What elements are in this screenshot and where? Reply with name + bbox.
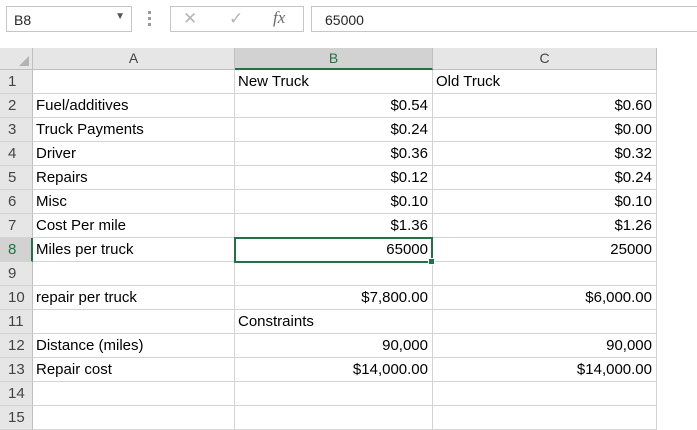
insert-function-icon[interactable]: fx [273, 8, 285, 28]
cell-c10[interactable]: $6,000.00 [433, 286, 657, 310]
select-all-button[interactable] [0, 48, 33, 70]
drag-handle-icon[interactable] [146, 9, 152, 31]
cell-c6[interactable]: $0.10 [433, 190, 657, 214]
enter-icon[interactable]: ✓ [229, 9, 243, 29]
cell-a3[interactable]: Truck Payments [33, 118, 235, 142]
column-header-b[interactable]: B [235, 48, 433, 70]
cell-a12[interactable]: Distance (miles) [33, 334, 235, 358]
cell-c2[interactable]: $0.60 [433, 94, 657, 118]
formula-buttons: ✕ ✓ fx [170, 6, 304, 32]
cell-b6[interactable]: $0.10 [235, 190, 433, 214]
cell-a1[interactable] [33, 70, 235, 94]
row-header-2[interactable]: 2 [0, 94, 33, 118]
name-box-value: B8 [14, 12, 32, 28]
cell-a8[interactable]: Miles per truck [33, 238, 235, 262]
select-all-icon [19, 56, 29, 66]
chevron-down-icon[interactable]: ▼ [115, 11, 125, 22]
column-header-c[interactable]: C [433, 48, 657, 70]
cell-c8[interactable]: 25000 [433, 238, 657, 262]
cell-b1[interactable]: New Truck [235, 70, 433, 94]
row-header-3[interactable]: 3 [0, 118, 33, 142]
row-header-14[interactable]: 14 [0, 382, 33, 406]
cell-c13[interactable]: $14,000.00 [433, 358, 657, 382]
row-header-13[interactable]: 13 [0, 358, 33, 382]
row-header-15[interactable]: 15 [0, 406, 33, 430]
cell-c3[interactable]: $0.00 [433, 118, 657, 142]
row-header-12[interactable]: 12 [0, 334, 33, 358]
cell-b13[interactable]: $14,000.00 [235, 358, 433, 382]
cell-a6[interactable]: Misc [33, 190, 235, 214]
cell-b15[interactable] [235, 406, 433, 430]
cell-c1[interactable]: Old Truck [433, 70, 657, 94]
cell-a15[interactable] [33, 406, 235, 430]
cell-b7[interactable]: $1.36 [235, 214, 433, 238]
row-header-8[interactable]: 8 [0, 238, 33, 262]
row-header-9[interactable]: 9 [0, 262, 33, 286]
cell-a14[interactable] [33, 382, 235, 406]
cell-c11[interactable] [433, 310, 657, 334]
row-header-4[interactable]: 4 [0, 142, 33, 166]
cell-b8[interactable]: 65000 [235, 238, 433, 262]
cell-c5[interactable]: $0.24 [433, 166, 657, 190]
row-header-10[interactable]: 10 [0, 286, 33, 310]
cell-a2[interactable]: Fuel/additives [33, 94, 235, 118]
cell-a4[interactable]: Driver [33, 142, 235, 166]
cell-a9[interactable] [33, 262, 235, 286]
cell-b5[interactable]: $0.12 [235, 166, 433, 190]
cell-b12[interactable]: 90,000 [235, 334, 433, 358]
cell-c15[interactable] [433, 406, 657, 430]
cancel-icon[interactable]: ✕ [183, 9, 197, 29]
row-header-7[interactable]: 7 [0, 214, 33, 238]
formula-bar-area: B8 ▼ ✕ ✓ fx 65000 [0, 0, 697, 42]
cell-c12[interactable]: 90,000 [433, 334, 657, 358]
cell-a13[interactable]: Repair cost [33, 358, 235, 382]
cell-b14[interactable] [235, 382, 433, 406]
formula-value: 65000 [325, 12, 364, 28]
column-header-a[interactable]: A [33, 48, 235, 70]
row-header-6[interactable]: 6 [0, 190, 33, 214]
cell-b4[interactable]: $0.36 [235, 142, 433, 166]
cell-a7[interactable]: Cost Per mile [33, 214, 235, 238]
cell-a10[interactable]: repair per truck [33, 286, 235, 310]
row-header-1[interactable]: 1 [0, 70, 33, 94]
cell-b9[interactable] [235, 262, 433, 286]
cell-b3[interactable]: $0.24 [235, 118, 433, 142]
formula-input[interactable]: 65000 [311, 6, 697, 32]
cell-b2[interactable]: $0.54 [235, 94, 433, 118]
cell-b10[interactable]: $7,800.00 [235, 286, 433, 310]
cell-c14[interactable] [433, 382, 657, 406]
row-header-5[interactable]: 5 [0, 166, 33, 190]
cell-c7[interactable]: $1.26 [433, 214, 657, 238]
cell-b11[interactable]: Constraints [235, 310, 433, 334]
cell-c9[interactable] [433, 262, 657, 286]
row-header-11[interactable]: 11 [0, 310, 33, 334]
name-box[interactable]: B8 ▼ [6, 6, 132, 32]
cell-a5[interactable]: Repairs [33, 166, 235, 190]
cell-c4[interactable]: $0.32 [433, 142, 657, 166]
cell-a11[interactable] [33, 310, 235, 334]
